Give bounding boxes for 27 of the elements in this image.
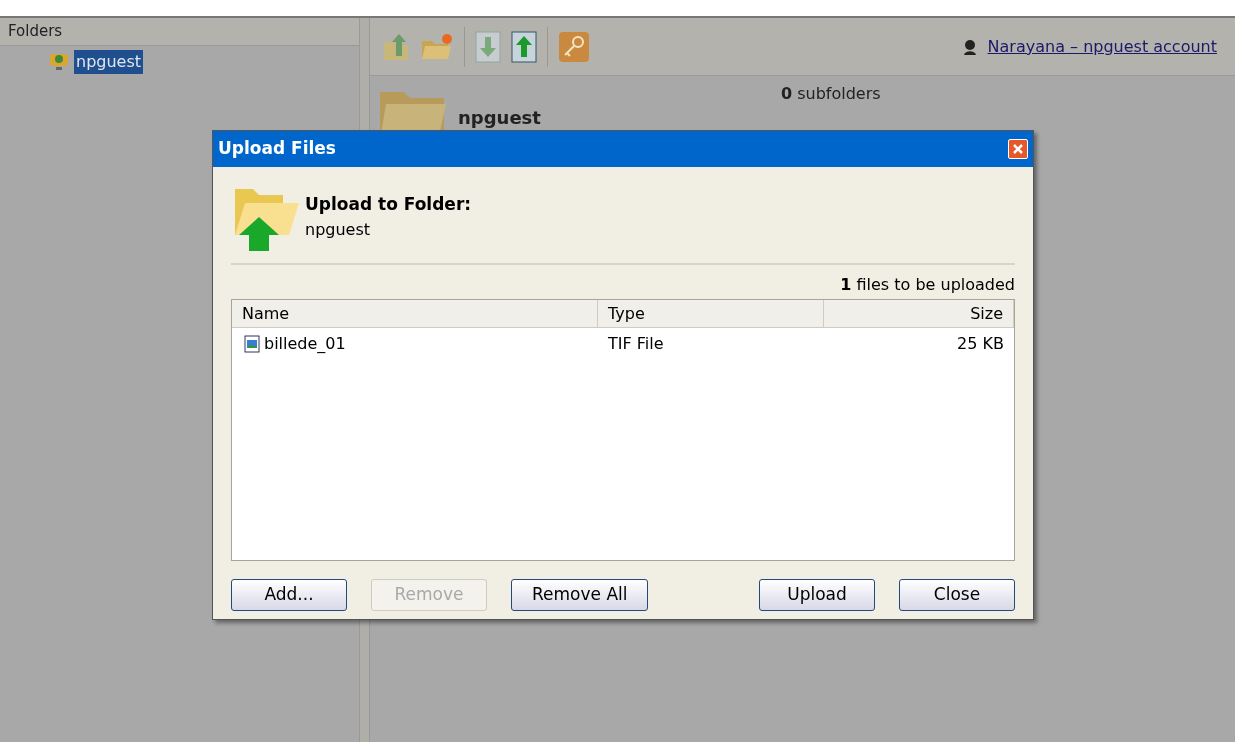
account-link[interactable]: Narayana – npguest account bbox=[987, 34, 1217, 59]
user-icon bbox=[961, 38, 978, 55]
upload-heading: Upload to Folder: bbox=[305, 193, 472, 217]
table-cell-text: billede_01 bbox=[264, 333, 346, 355]
add-button[interactable]: Add... bbox=[231, 579, 347, 611]
key-icon[interactable] bbox=[558, 30, 590, 63]
remove-all-button[interactable]: Remove All bbox=[511, 579, 649, 611]
tree-item[interactable]: npguest bbox=[74, 50, 144, 74]
upload-button[interactable]: Upload bbox=[759, 579, 875, 611]
subfolder-count: 0 subfolders bbox=[780, 83, 881, 105]
close-icon[interactable] bbox=[1008, 139, 1028, 159]
table-cell-text: 25 KB bbox=[956, 333, 1005, 355]
new-folder-icon[interactable] bbox=[420, 32, 454, 61]
download-icon[interactable] bbox=[475, 30, 501, 63]
computer-icon bbox=[48, 52, 70, 72]
close-button[interactable]: Close bbox=[899, 579, 1015, 611]
panel-title: Folders bbox=[8, 21, 63, 43]
dialog-title: Upload Files bbox=[218, 137, 336, 161]
upload-icon[interactable] bbox=[511, 30, 537, 63]
image-file-icon bbox=[244, 335, 260, 353]
file-count: 1 files to be uploaded bbox=[840, 274, 1015, 296]
column-header[interactable]: Size bbox=[824, 300, 1014, 327]
column-header[interactable]: Name bbox=[232, 300, 598, 327]
column-header[interactable]: Type bbox=[598, 300, 824, 327]
folder-name: npguest bbox=[305, 218, 372, 241]
folder-name: npguest bbox=[458, 106, 541, 130]
table-cell-text: TIF File bbox=[607, 333, 665, 355]
